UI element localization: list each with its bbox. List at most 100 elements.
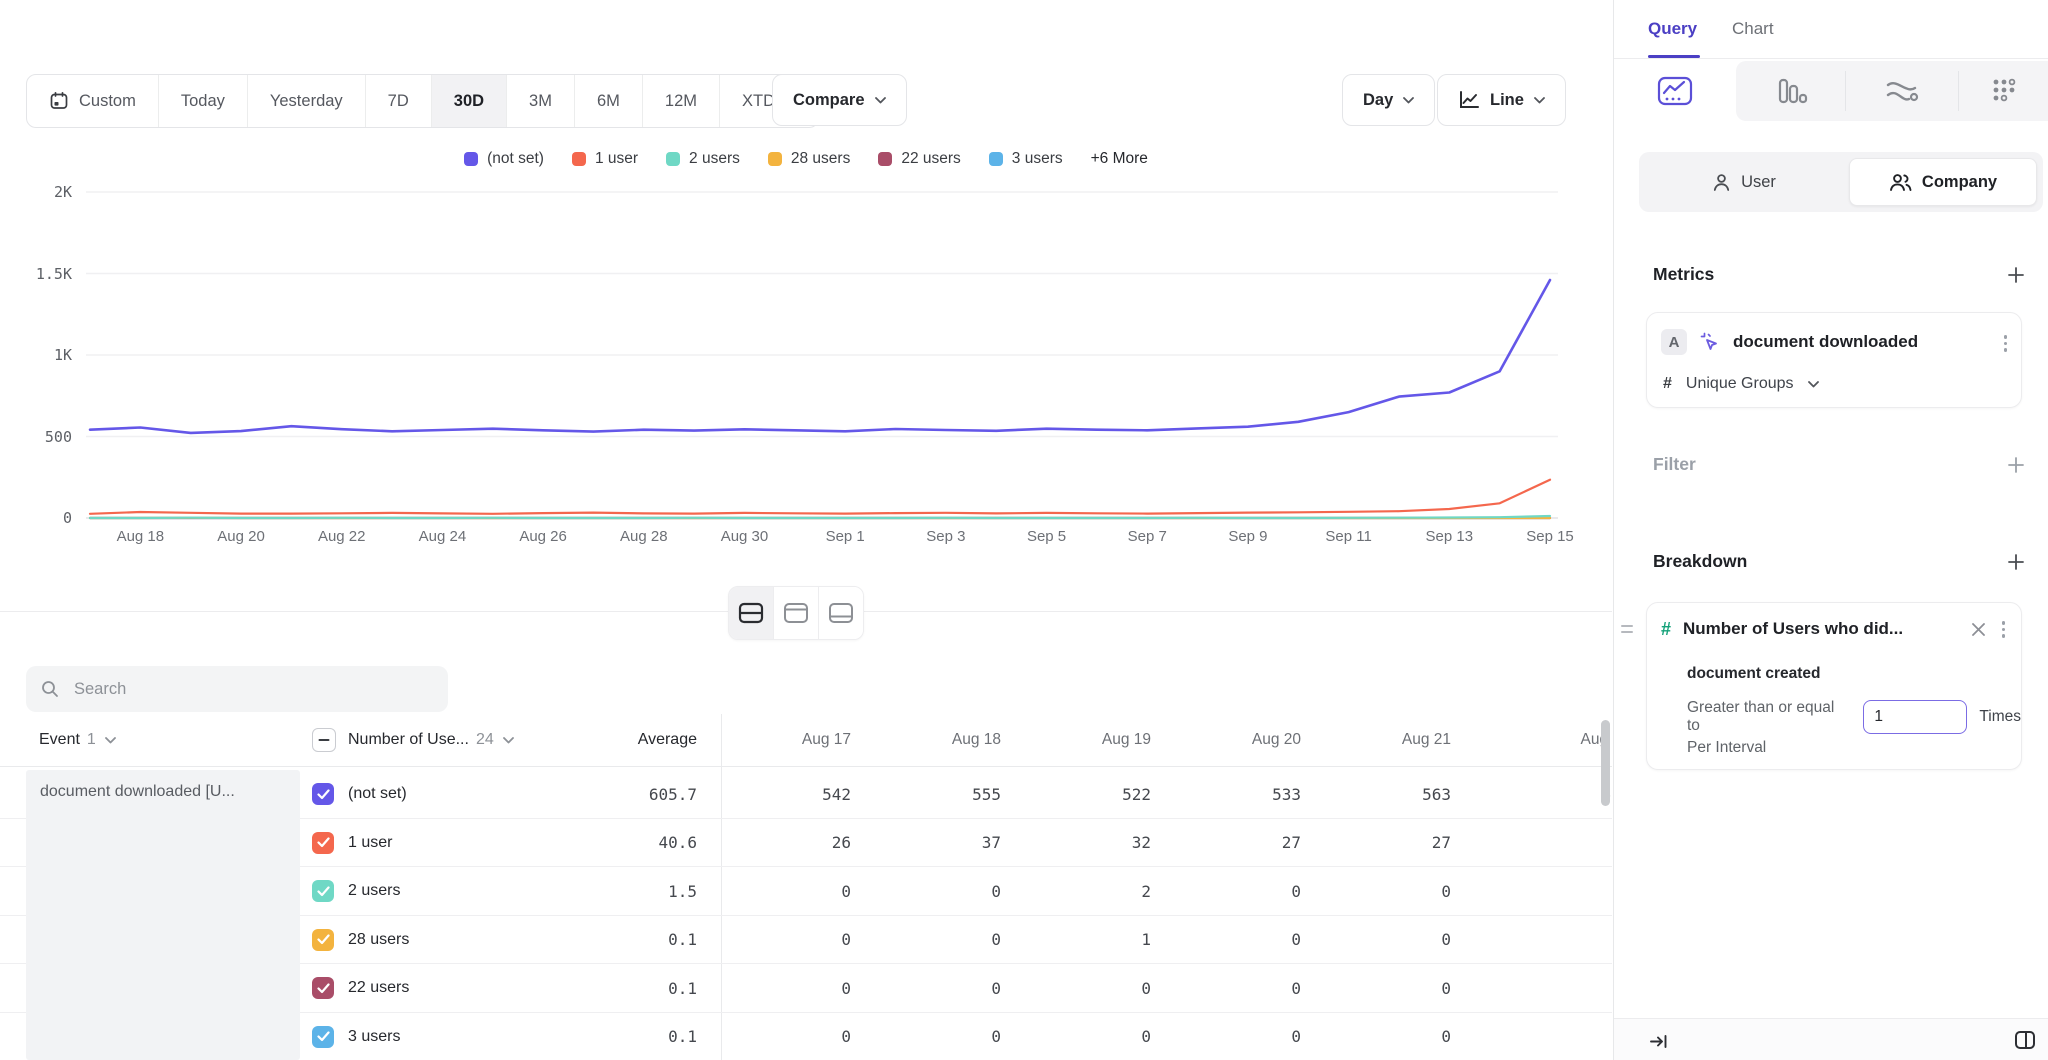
- add-breakdown-button[interactable]: [2007, 553, 2025, 571]
- y-tick-label: 1K: [20, 346, 72, 364]
- legend-swatch: [666, 152, 680, 166]
- breakdown-condition: Greater than or equal to: [1687, 699, 1851, 735]
- table-header: Event 1 Number of Use... 24 Average: [0, 714, 1612, 767]
- chart-type-selector: [1614, 59, 2048, 121]
- close-icon[interactable]: [1971, 622, 1986, 637]
- row-value: 0: [721, 916, 851, 964]
- row-value: 0: [721, 964, 851, 1012]
- row-value: 522: [1021, 770, 1151, 818]
- legend-swatch: [768, 152, 782, 166]
- breakdown-card[interactable]: # Number of Users who did... document cr…: [1646, 602, 2022, 770]
- entity-company-button[interactable]: Company: [1849, 158, 2037, 206]
- flow-chart-type-icon: [1884, 78, 1920, 104]
- metric-card[interactable]: A document downloaded # Unique Groups: [1646, 312, 2022, 408]
- row-checkbox[interactable]: [312, 916, 334, 964]
- row-value: 0: [1471, 1013, 1612, 1060]
- chart-type-scatter-button[interactable]: [1958, 61, 2048, 121]
- legend-item[interactable]: 28 users: [768, 150, 850, 168]
- breakdown-value-input[interactable]: [1863, 700, 1967, 734]
- legend-label: 22 users: [901, 150, 960, 168]
- legend-item[interactable]: (not set): [464, 150, 544, 168]
- row-value: 0: [1471, 867, 1612, 915]
- x-tick-label: Aug 28: [620, 528, 668, 545]
- row-average: 40.6: [556, 819, 697, 867]
- row-checkbox[interactable]: [312, 867, 334, 915]
- legend-swatch: [989, 152, 1003, 166]
- layout-table-button[interactable]: [819, 587, 863, 639]
- row-label: 22 users: [348, 964, 409, 1012]
- search-input[interactable]: [72, 679, 434, 700]
- chart-type-line-button[interactable]: [1614, 61, 1736, 121]
- row-label: (not set): [348, 770, 407, 818]
- metric-aggregation[interactable]: # Unique Groups: [1663, 375, 1819, 393]
- series-line: [90, 480, 1550, 514]
- legend-label: 2 users: [689, 150, 740, 168]
- x-tick-label: Sep 15: [1526, 528, 1574, 545]
- row-value: 1: [1021, 916, 1151, 964]
- table-scrollbar[interactable]: [1601, 720, 1610, 806]
- legend-swatch: [878, 152, 892, 166]
- row-value: 2: [1471, 819, 1612, 867]
- chart-area: 05001K1.5K2K Aug 18Aug 20Aug 22Aug 24Aug…: [0, 0, 1612, 560]
- row-label: 3 users: [348, 1013, 400, 1060]
- x-tick-label: Aug 18: [117, 528, 165, 545]
- row-checkbox[interactable]: [312, 770, 334, 818]
- legend-item[interactable]: 1 user: [572, 150, 638, 168]
- average-column-header[interactable]: Average: [556, 714, 697, 766]
- select-all-checkbox[interactable]: [312, 714, 336, 766]
- split-panel-button[interactable]: [2012, 1027, 2038, 1053]
- collapse-panel-button[interactable]: [1646, 1029, 1670, 1053]
- row-average: 0.1: [556, 916, 697, 964]
- check-icon: [317, 934, 330, 945]
- row-average: 0.1: [556, 1013, 697, 1060]
- row-value: 0: [1171, 916, 1301, 964]
- metric-menu-button[interactable]: [2000, 331, 2012, 356]
- row-label: 2 users: [348, 867, 400, 915]
- layout-split-button[interactable]: [729, 587, 774, 639]
- drag-handle-icon[interactable]: [1621, 625, 1633, 633]
- legend-item[interactable]: 3 users: [989, 150, 1063, 168]
- date-column-header: Aug 18: [871, 714, 1001, 766]
- legend-label: 28 users: [791, 150, 850, 168]
- check-icon: [317, 789, 330, 800]
- legend-more-button[interactable]: +6 More: [1091, 150, 1148, 168]
- legend-item[interactable]: 2 users: [666, 150, 740, 168]
- row-value: 32: [1021, 819, 1151, 867]
- event-column-header[interactable]: Event 1: [39, 714, 116, 766]
- row-value: 0: [721, 1013, 851, 1060]
- search-icon: [40, 679, 60, 699]
- entity-user-button[interactable]: User: [1639, 152, 1849, 212]
- legend-label: 1 user: [595, 150, 638, 168]
- chevron-down-icon: [105, 737, 116, 744]
- collapse-right-icon: [1649, 1033, 1668, 1050]
- x-tick-label: Sep 3: [926, 528, 965, 545]
- series-line: [90, 516, 1550, 518]
- group-column-header[interactable]: Number of Use... 24: [348, 714, 514, 766]
- layout-chart-button[interactable]: [774, 587, 819, 639]
- breakdown-menu-button[interactable]: [1998, 617, 2010, 642]
- legend-item[interactable]: 22 users: [878, 150, 960, 168]
- row-value: 2: [1021, 867, 1151, 915]
- tab-chart[interactable]: Chart: [1732, 0, 1774, 58]
- chevron-down-icon: [1808, 381, 1819, 388]
- chart-type-flow-button[interactable]: [1845, 61, 1958, 121]
- chart-type-bar-button[interactable]: [1736, 61, 1845, 121]
- row-checkbox[interactable]: [312, 1013, 334, 1060]
- row-checkbox[interactable]: [312, 964, 334, 1012]
- event-count: 1: [87, 731, 96, 749]
- event-name-cell[interactable]: document downloaded [U...: [26, 770, 300, 1060]
- metric-badge: A: [1661, 329, 1687, 355]
- breakdown-per-interval: Per Interval: [1687, 739, 1766, 757]
- tab-query[interactable]: Query: [1648, 0, 1697, 58]
- row-value: 26: [721, 819, 851, 867]
- panel-footer: [1614, 1018, 2048, 1060]
- legend-swatch: [572, 152, 586, 166]
- breakdown-title: Breakdown: [1653, 551, 1747, 572]
- row-checkbox[interactable]: [312, 819, 334, 867]
- user-icon: [1712, 173, 1731, 192]
- row-value: 563: [1321, 770, 1451, 818]
- add-filter-button[interactable]: [2007, 456, 2025, 474]
- add-metric-button[interactable]: [2007, 266, 2025, 284]
- x-tick-label: Sep 7: [1128, 528, 1167, 545]
- row-value: 0: [871, 867, 1001, 915]
